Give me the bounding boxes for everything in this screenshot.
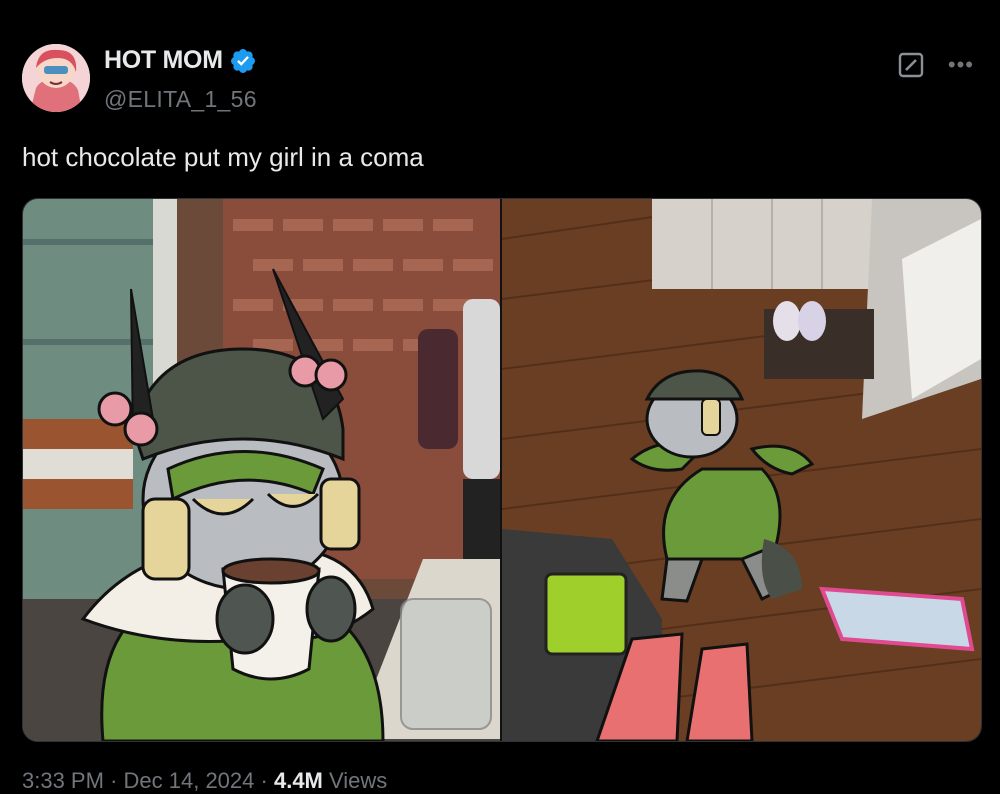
views-count[interactable]: 4.4M: [274, 768, 323, 793]
display-name[interactable]: HOT MOM: [104, 46, 223, 75]
verified-badge-icon: [229, 47, 257, 75]
tweet-date[interactable]: Dec 14, 2024: [124, 768, 255, 793]
meta-separator: ·: [260, 768, 268, 793]
media-image-floor[interactable]: [502, 199, 981, 741]
more-icon[interactable]: •••: [948, 54, 974, 76]
views-label: Views: [329, 768, 388, 793]
meta-separator: ·: [110, 768, 118, 793]
media-grid: [22, 198, 982, 742]
media-image-cafe[interactable]: [23, 199, 500, 741]
grok-icon[interactable]: [898, 52, 924, 78]
tweet-meta: 3:33 PM · Dec 14, 2024 · 4.4M Views: [22, 768, 387, 794]
avatar-image: [22, 44, 90, 112]
avatar[interactable]: [22, 44, 90, 112]
tweet-text: hot chocolate put my girl in a coma: [22, 142, 424, 172]
tweet-time[interactable]: 3:33 PM: [22, 768, 104, 793]
handle[interactable]: @ELITA_1_56: [104, 86, 257, 113]
